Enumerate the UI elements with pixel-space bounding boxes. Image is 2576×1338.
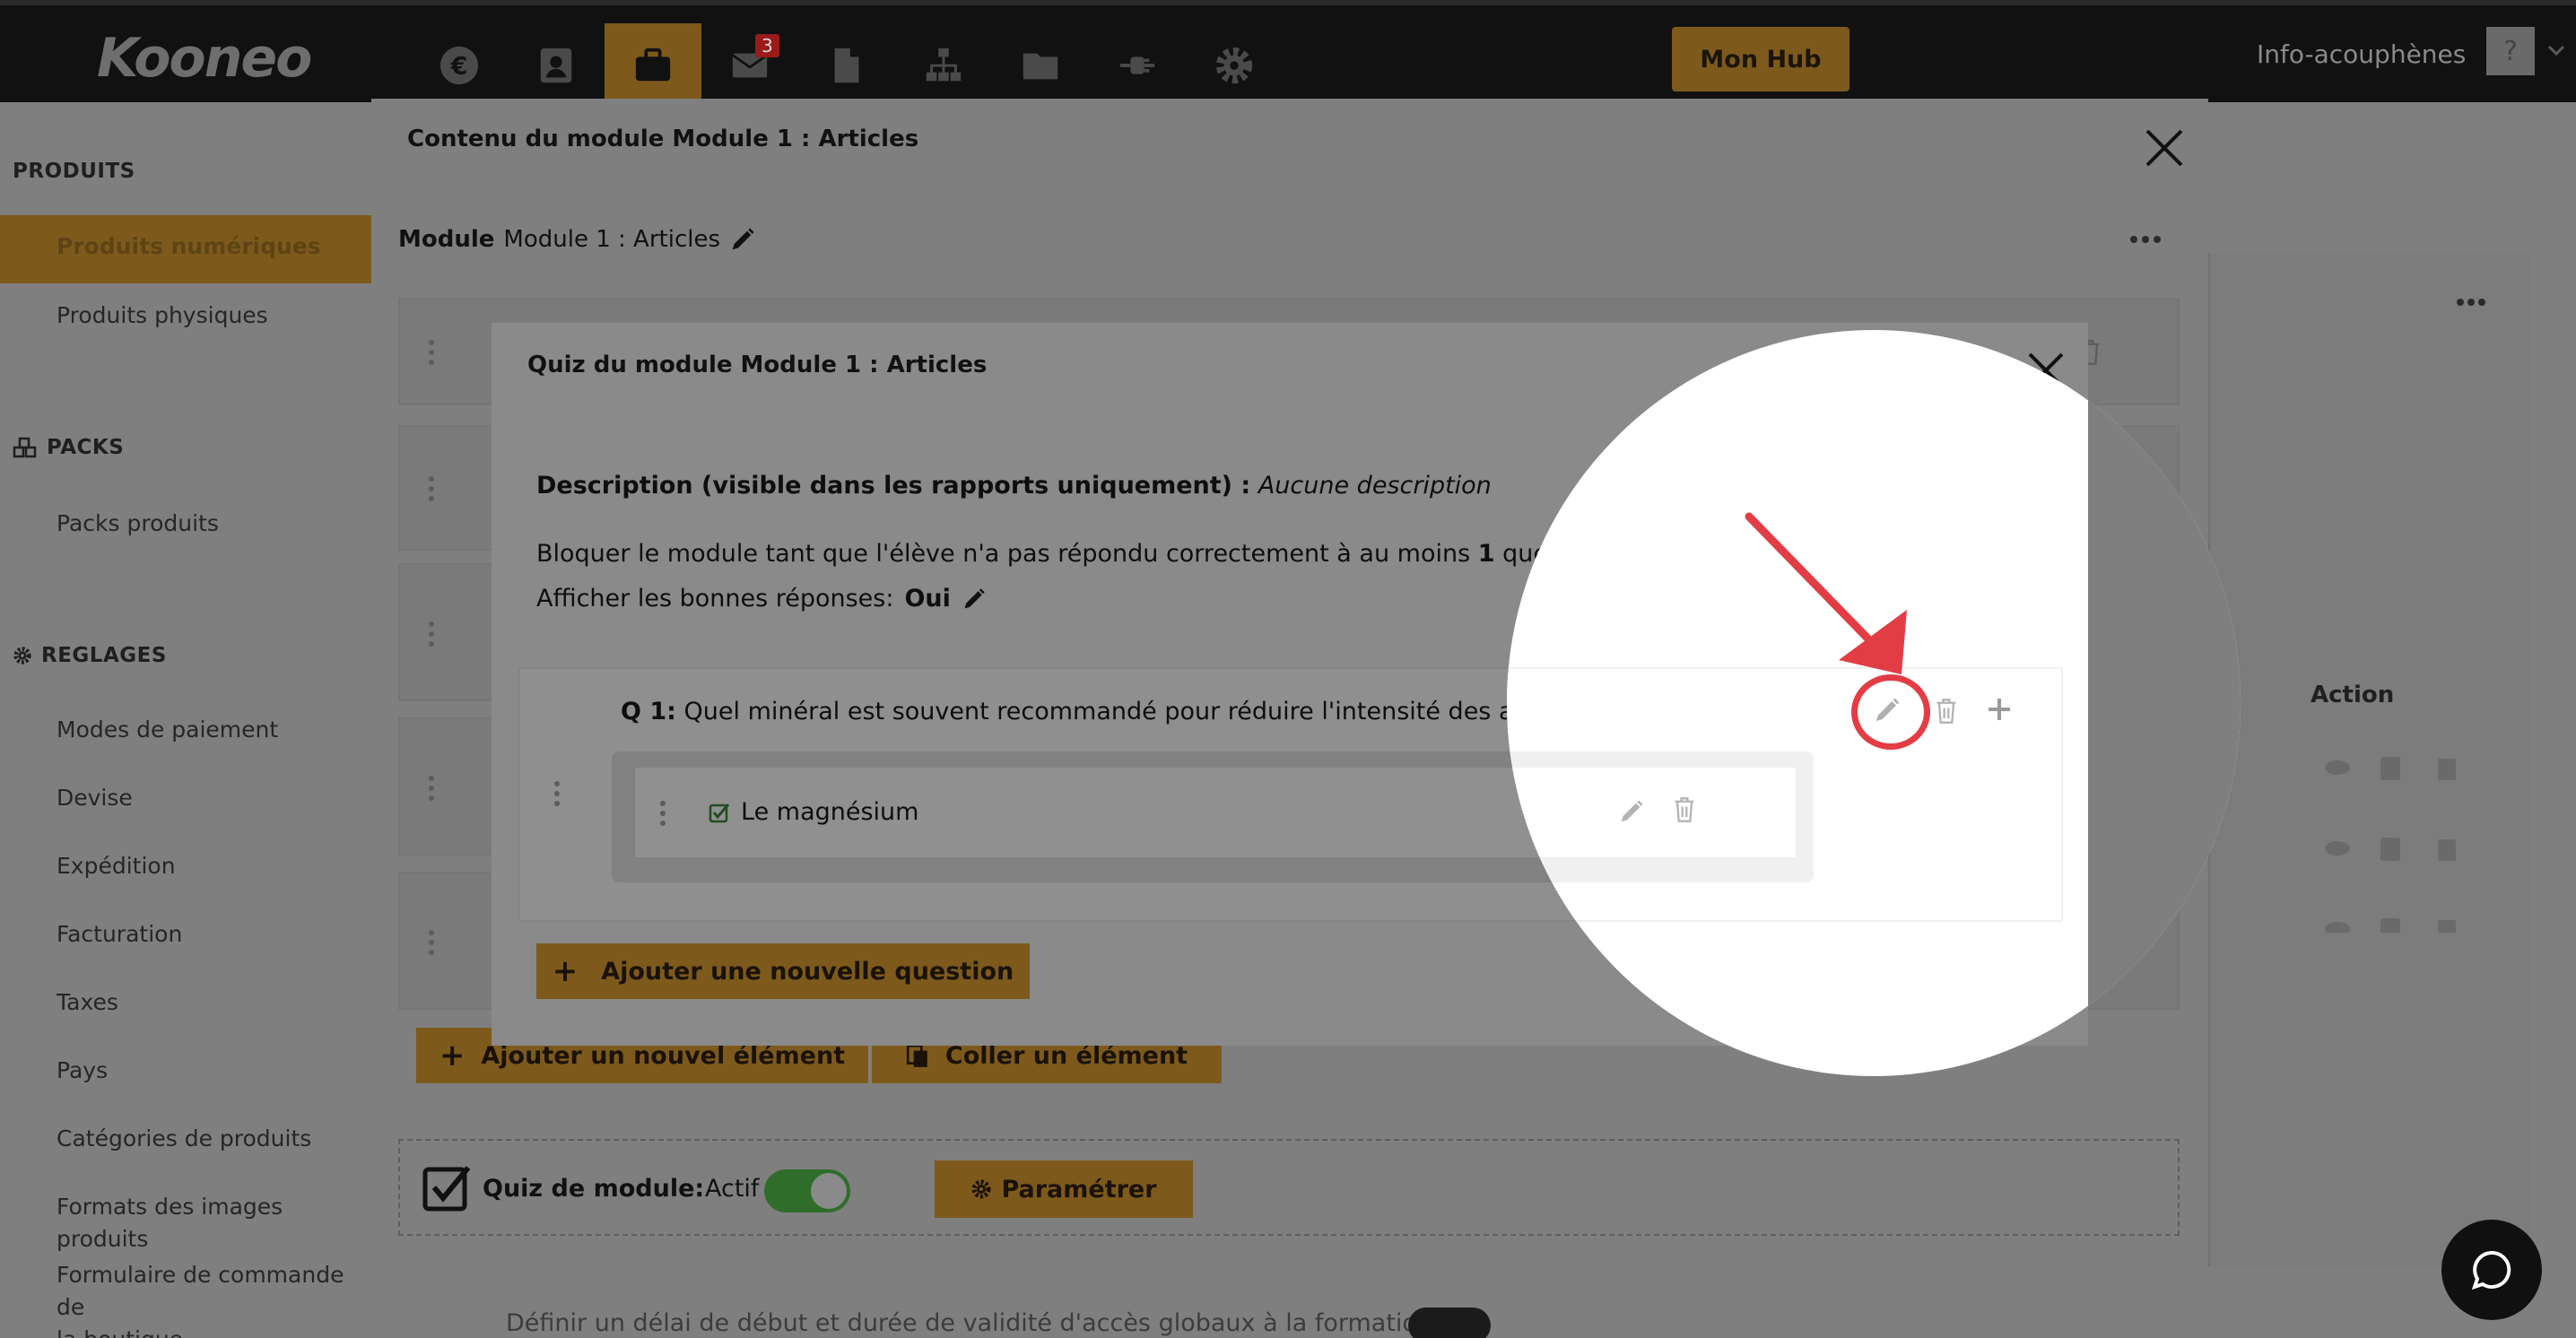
sidebar-item-formulaire-commande[interactable]: Formulaire de commande de la boutique — [57, 1259, 371, 1338]
drag-handle-icon[interactable] — [427, 775, 436, 802]
sidebar-item-facturation[interactable]: Facturation — [57, 918, 182, 951]
top-navigation-bar: Kooneo € 3 Mon Hub Info-acouphènes ? — [0, 0, 2576, 108]
kooneo-logo[interactable]: Kooneo — [97, 27, 312, 90]
answer-text: Le magnésium — [741, 798, 919, 826]
nav-euro[interactable]: € — [411, 23, 508, 108]
global-access-delay-label: Définir un délai de début et durée de va… — [506, 1309, 1433, 1337]
module-content-modal-title: Contenu du module Module 1 : Articles — [407, 126, 919, 152]
sidebar-item-pays[interactable]: Pays — [57, 1055, 108, 1087]
more-options-icon[interactable] — [2456, 298, 2486, 307]
sidebar-section-reglages: REGLAGES — [13, 644, 167, 667]
products-icon — [635, 48, 671, 82]
user-name[interactable]: Info-acouphènes — [2257, 39, 2466, 69]
sidebar-item-taxes[interactable]: Taxes — [57, 986, 118, 1019]
sidebar-section-packs: PACKS — [13, 436, 124, 459]
quiz-modal-title: Quiz du module Module 1 : Articles — [527, 352, 988, 378]
trash-icon[interactable] — [1672, 796, 1697, 823]
sidebar-section-produits: PRODUITS — [13, 160, 135, 183]
chevron-down-icon[interactable] — [2546, 39, 2567, 61]
configure-quiz-button[interactable]: Paramétrer — [935, 1160, 1193, 1218]
global-access-toggle[interactable] — [1408, 1308, 1491, 1338]
quiz-description: Description (visible dans les rapports u… — [536, 472, 1492, 500]
nav-sitemap[interactable] — [895, 23, 992, 108]
pencil-icon[interactable] — [962, 586, 987, 612]
document-icon — [834, 48, 859, 83]
pencil-icon[interactable] — [729, 226, 756, 253]
mail-badge: 3 — [755, 34, 779, 57]
module-name: Module 1 : Articles — [503, 226, 720, 253]
euro-icon: € — [439, 46, 479, 85]
show-answers-setting: Afficher les bonnes réponses: Oui — [536, 585, 987, 613]
gear-icon — [971, 1179, 991, 1199]
sidebar-item-expedition[interactable]: Expédition — [57, 850, 176, 882]
trash-icon[interactable] — [1934, 698, 1959, 725]
module-quiz-bar: Quiz de module: Actif Paramétrer — [398, 1139, 2180, 1236]
sidebar-item-modes-paiement[interactable]: Modes de paiement — [57, 714, 278, 746]
folder-icon — [1023, 53, 1058, 80]
sidebar-item-produits-numeriques[interactable]: Produits numériques — [0, 215, 371, 283]
sidebar-item-packs-produits[interactable]: Packs produits — [57, 508, 219, 540]
checkbox-checked-icon[interactable] — [422, 1162, 474, 1214]
nav-mail[interactable]: 3 — [701, 23, 798, 108]
quiz-active-toggle[interactable] — [764, 1169, 850, 1212]
add-question-button[interactable]: + Ajouter une nouvelle question — [536, 943, 1030, 999]
nav-folder[interactable] — [992, 23, 1089, 108]
block-module-setting: Bloquer le module tant que l'élève n'a p… — [536, 540, 1620, 568]
avatar-glyph: ? — [2503, 35, 2518, 67]
nav-products[interactable] — [605, 23, 701, 108]
nav-settings[interactable] — [1186, 23, 1283, 108]
gear-icon — [1215, 47, 1253, 84]
drag-handle-icon[interactable] — [427, 929, 436, 956]
drag-handle-icon[interactable] — [427, 475, 436, 502]
drag-handle-icon[interactable] — [427, 621, 436, 647]
more-options-icon[interactable] — [2129, 235, 2162, 244]
chat-bubble-icon — [2471, 1250, 2511, 1290]
module-quiz-label: Quiz de module: — [483, 1175, 705, 1203]
sidebar-item-formats-images[interactable]: Formats des images produits — [57, 1191, 371, 1255]
actif-label: Actif — [705, 1175, 760, 1203]
drag-handle-icon[interactable] — [427, 339, 436, 366]
cubes-icon — [13, 437, 37, 458]
close-icon[interactable] — [2142, 126, 2187, 170]
sidebar-item-categories[interactable]: Catégories de produits — [57, 1123, 311, 1155]
plug-icon — [1119, 56, 1155, 74]
svg-text:€: € — [450, 53, 468, 81]
drag-handle-icon[interactable] — [658, 800, 667, 827]
gear-icon — [13, 647, 31, 665]
chat-support-button[interactable] — [2441, 1220, 2542, 1320]
module-name-line: Module Module 1 : Articles — [398, 226, 756, 253]
action-column-header: Action — [2311, 682, 2395, 708]
paste-icon — [906, 1044, 927, 1067]
mon-hub-button[interactable]: Mon Hub — [1672, 27, 1849, 91]
pencil-icon[interactable] — [1618, 798, 1645, 825]
sidebar-item-devise[interactable]: Devise — [57, 782, 133, 814]
sidebar-item-produits-physiques[interactable]: Produits physiques — [57, 300, 268, 332]
module-label: Module — [398, 226, 495, 253]
plus-icon: + — [552, 953, 579, 989]
red-arrow-annotation — [1745, 512, 1907, 674]
avatar[interactable]: ? — [2486, 27, 2535, 75]
sidebar: PRODUITS Produits numériques Produits ph… — [0, 102, 371, 1338]
nav-plug[interactable] — [1089, 23, 1186, 108]
nav-document[interactable] — [798, 23, 895, 108]
plus-icon[interactable] — [1986, 696, 2013, 723]
contacts-icon — [540, 48, 572, 83]
sitemap-icon — [926, 48, 962, 82]
question-card-spotlight — [1507, 667, 2063, 922]
highlight-ring — [1851, 674, 1930, 750]
drag-handle-icon[interactable] — [553, 780, 561, 807]
correct-answer-check-icon — [709, 804, 730, 823]
plus-icon: + — [439, 1038, 466, 1073]
nav-contacts[interactable] — [508, 23, 605, 108]
background-row-actions — [2325, 757, 2456, 933]
